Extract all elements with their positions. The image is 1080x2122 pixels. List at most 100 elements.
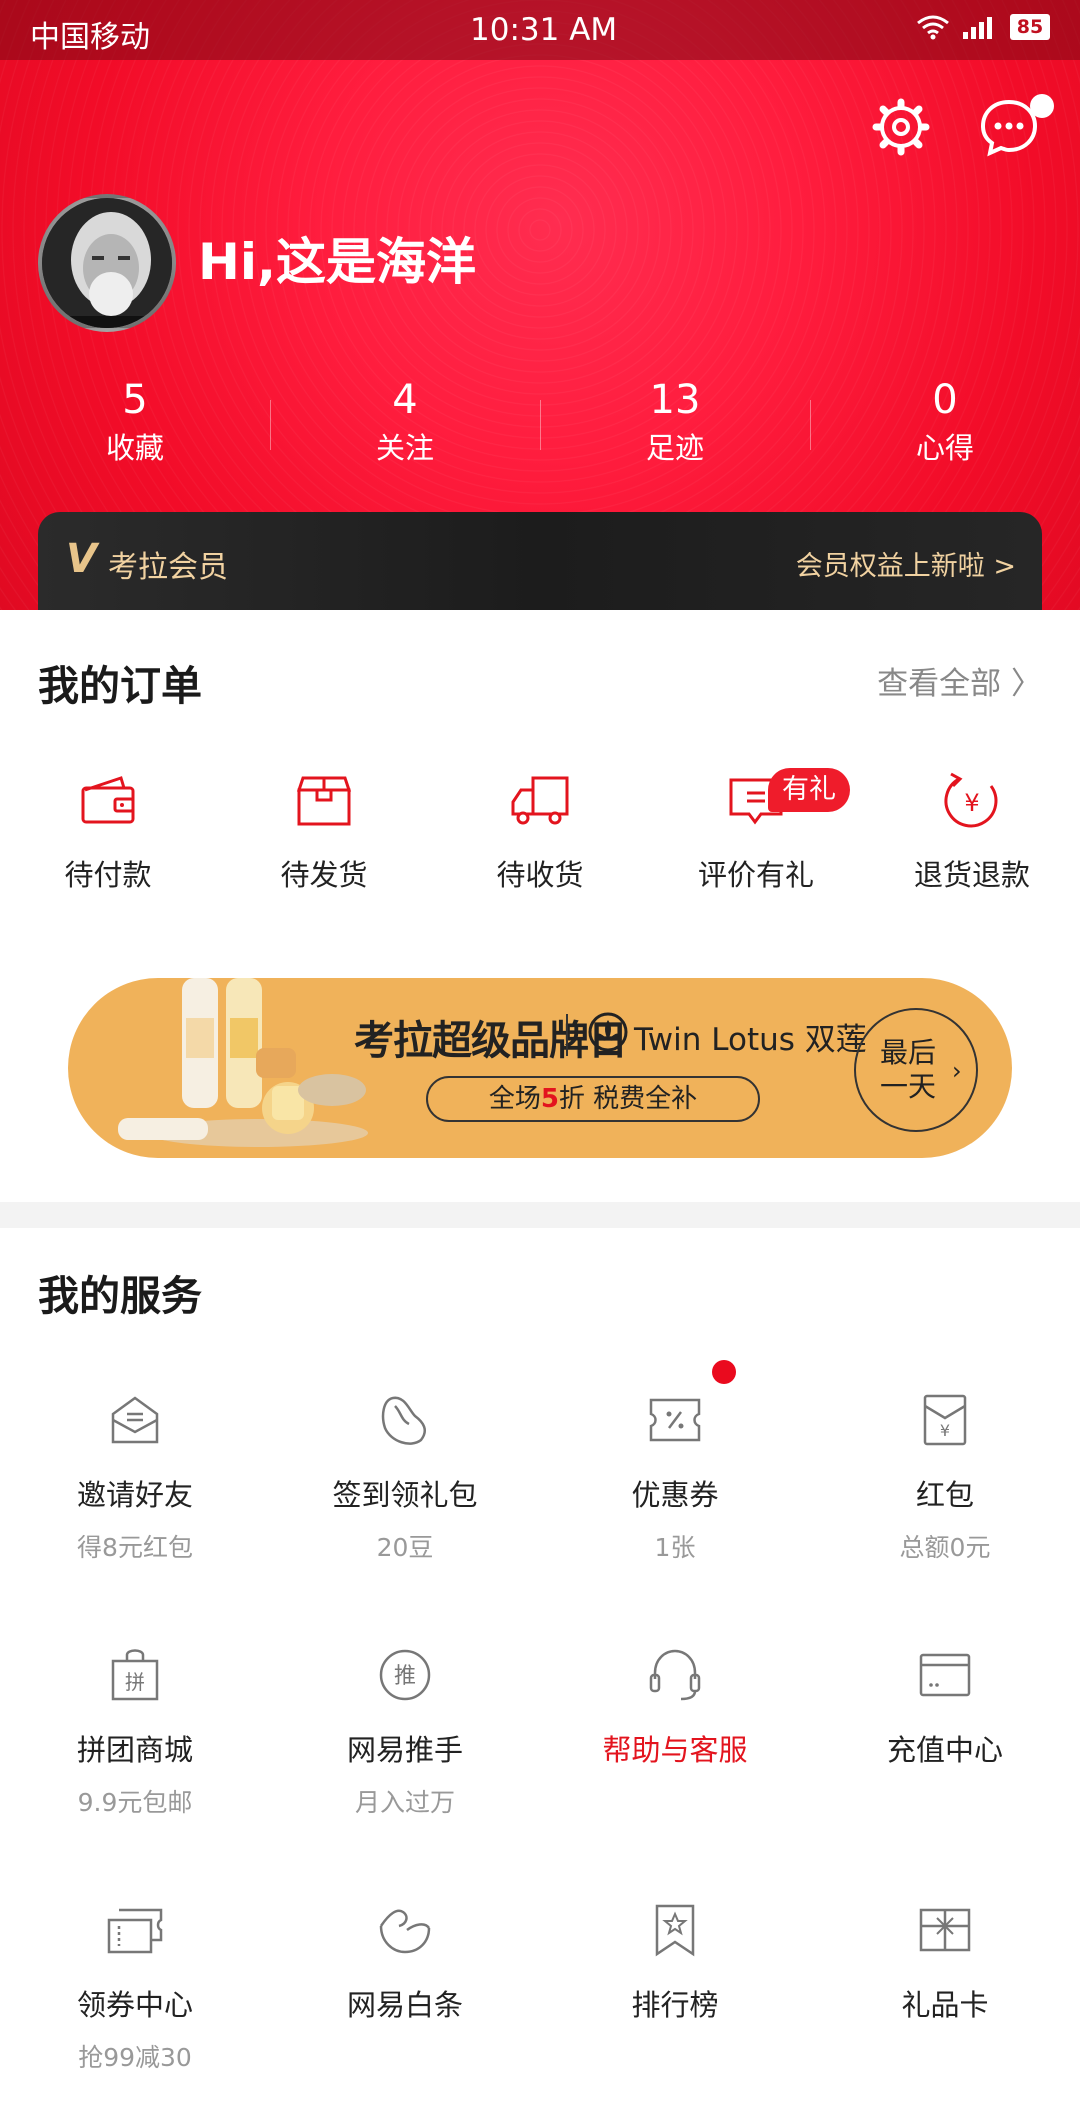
last-day-button[interactable]: 最后 一天 › — [854, 1008, 978, 1132]
view-all-orders-link[interactable]: 查看全部 〉 — [877, 658, 1042, 703]
stat-value: 4 — [392, 377, 418, 423]
ticket-icon — [107, 1908, 163, 1954]
service-label: 网易推手 — [346, 1733, 463, 1767]
service-label: 礼品卡 — [901, 1988, 989, 2022]
svg-text:¥: ¥ — [940, 1421, 950, 1440]
avatar[interactable] — [38, 194, 176, 332]
user-greeting[interactable]: Hi,这是海洋 — [198, 222, 476, 294]
stat-reviews[interactable]: 0 心得 — [810, 376, 1080, 476]
ranking-icon — [655, 1904, 695, 1957]
order-pending-payment[interactable]: 待付款 — [0, 770, 216, 930]
invite-envelope-icon — [111, 1396, 159, 1444]
bean-icon — [381, 1396, 426, 1445]
service-sublabel: 1张 — [654, 1533, 696, 1562]
service-label: 拼团商城 — [76, 1733, 193, 1767]
service-coupons[interactable]: 优惠券 1张 — [540, 1390, 810, 1645]
svg-text:¥: ¥ — [964, 789, 979, 817]
service-coupon-center[interactable]: 领券中心 抢99减30 — [0, 1900, 270, 2122]
group-buy-bag-icon: 拼 — [111, 1649, 159, 1701]
service-credit[interactable]: 网易白条 — [270, 1900, 540, 2122]
order-pending-shipment[interactable]: 待发货 — [216, 770, 432, 930]
service-sublabel: 得8元红包 — [77, 1533, 193, 1562]
orders-section-title: 我的订单 — [38, 662, 202, 710]
profile-header: 中国移动 10:31 AM 85 Hi,这是海洋 5 收藏 4 关注 13 足迹… — [0, 0, 1080, 610]
stat-label: 足迹 — [645, 431, 704, 465]
card-icon — [919, 1653, 971, 1697]
promoter-icon: 推 — [379, 1649, 431, 1701]
services-section-title: 我的服务 — [38, 1272, 202, 1320]
service-recharge[interactable]: 充值中心 — [810, 1645, 1080, 1900]
carrier-name: 中国移动 — [30, 20, 150, 55]
vip-promo-link[interactable]: 会员权益上新啦 > — [796, 544, 1016, 583]
stat-following[interactable]: 4 关注 — [270, 376, 540, 476]
service-red-packet[interactable]: ¥ 红包 总额0元 — [810, 1390, 1080, 1645]
service-ranking[interactable]: 排行榜 — [540, 1900, 810, 2122]
service-checkin[interactable]: 签到领礼包 20豆 — [270, 1390, 540, 1645]
stat-favorites[interactable]: 5 收藏 — [0, 376, 270, 476]
gift-card-icon — [919, 1908, 971, 1952]
vip-title: 考拉会员 — [108, 550, 228, 585]
status-bar: 中国移动 10:31 AM 85 — [0, 0, 1080, 60]
refund-icon: ¥ — [944, 772, 998, 828]
service-label: 邀请好友 — [76, 1478, 193, 1512]
review-gift-badge: 有礼 — [768, 768, 850, 812]
service-sublabel: 抢99减30 — [78, 2043, 192, 2072]
section-divider — [0, 1202, 1080, 1228]
vip-v-icon: V — [66, 536, 97, 582]
discount-value: 5 — [540, 1084, 559, 1114]
banner-headline: 考拉超级品牌日 — [354, 1018, 628, 1064]
services-row: 领券中心 抢99减30 网易白条 排行榜 礼品卡 — [0, 1900, 1080, 2122]
stat-label: 收藏 — [105, 431, 164, 465]
service-sublabel: 总额0元 — [899, 1533, 991, 1562]
vip-membership-bar[interactable]: V 考拉会员 会员权益上新啦 > — [38, 512, 1042, 610]
service-label: 优惠券 — [631, 1478, 719, 1512]
service-sublabel: 20豆 — [376, 1533, 434, 1562]
headset-icon — [649, 1649, 701, 1701]
services-row: 拼 拼团商城 9.9元包邮 推 网易推手 月入过万 帮助与客服 充值中心 — [0, 1645, 1080, 1900]
service-invite-friends[interactable]: 邀请好友 得8元红包 — [0, 1390, 270, 1645]
service-help[interactable]: 帮助与客服 — [540, 1645, 810, 1900]
stat-label: 关注 — [375, 431, 434, 465]
service-promoter[interactable]: 推 网易推手 月入过万 — [270, 1645, 540, 1900]
lotus-logo-icon — [588, 1012, 628, 1052]
service-gift-card[interactable]: 礼品卡 — [810, 1900, 1080, 2122]
banner-divider — [566, 1014, 568, 1056]
settings-gear-icon[interactable] — [870, 96, 932, 158]
credit-icon — [379, 1909, 431, 1954]
package-icon — [296, 776, 352, 826]
service-label: 红包 — [915, 1478, 974, 1512]
stat-history[interactable]: 13 足迹 — [540, 376, 810, 476]
service-sublabel: 9.9元包邮 — [77, 1788, 193, 1817]
order-status-label: 评价有礼 — [697, 858, 814, 892]
banner-brand-name: Twin Lotus 双莲 — [634, 1022, 867, 1058]
services-grid: 邀请好友 得8元红包 签到领礼包 20豆 优惠券 1张 ¥ 红包 总额0元 拼 … — [0, 1390, 1080, 2122]
stat-label: 心得 — [915, 431, 974, 465]
services-row: 邀请好友 得8元红包 签到领礼包 20豆 优惠券 1张 ¥ 红包 总额0元 — [0, 1390, 1080, 1645]
service-label: 领券中心 — [76, 1988, 193, 2022]
wallet-icon — [81, 776, 135, 824]
coupon-icon — [649, 1398, 701, 1442]
order-status-row: 待付款 待发货 待收货 评价有礼 ¥ 退货退款 — [0, 770, 1080, 930]
svg-text:推: 推 — [394, 1664, 416, 1689]
service-label: 排行榜 — [631, 1988, 719, 2022]
service-label: 充值中心 — [886, 1733, 1003, 1767]
discount-suffix: 折 税费全补 — [558, 1084, 698, 1114]
stat-value: 5 — [122, 377, 148, 423]
order-pending-receipt[interactable]: 待收货 — [432, 770, 648, 930]
battery-icon: 85 — [1010, 14, 1050, 40]
service-group-buy[interactable]: 拼 拼团商城 9.9元包邮 — [0, 1645, 270, 1900]
order-status-label: 待收货 — [496, 858, 584, 892]
order-status-label: 待发货 — [280, 858, 368, 892]
stat-value: 0 — [932, 377, 958, 423]
profile-stats: 5 收藏 4 关注 13 足迹 0 心得 — [0, 376, 1080, 476]
truck-icon — [511, 776, 569, 825]
brand-day-banner[interactable]: 考拉超级品牌日 Twin Lotus 双莲 全场5折 税费全补 最后 一天 › — [68, 978, 1012, 1158]
service-label: 网易白条 — [346, 1988, 463, 2022]
red-packet-icon: ¥ — [923, 1394, 967, 1446]
product-bottles-image — [118, 978, 368, 1147]
order-refund[interactable]: ¥ 退货退款 — [864, 770, 1080, 930]
coupon-notification-dot — [712, 1360, 736, 1384]
order-status-label: 退货退款 — [913, 858, 1030, 892]
stat-value: 13 — [649, 377, 701, 423]
banner-discount-pill: 全场5折 税费全补 — [426, 1076, 760, 1122]
